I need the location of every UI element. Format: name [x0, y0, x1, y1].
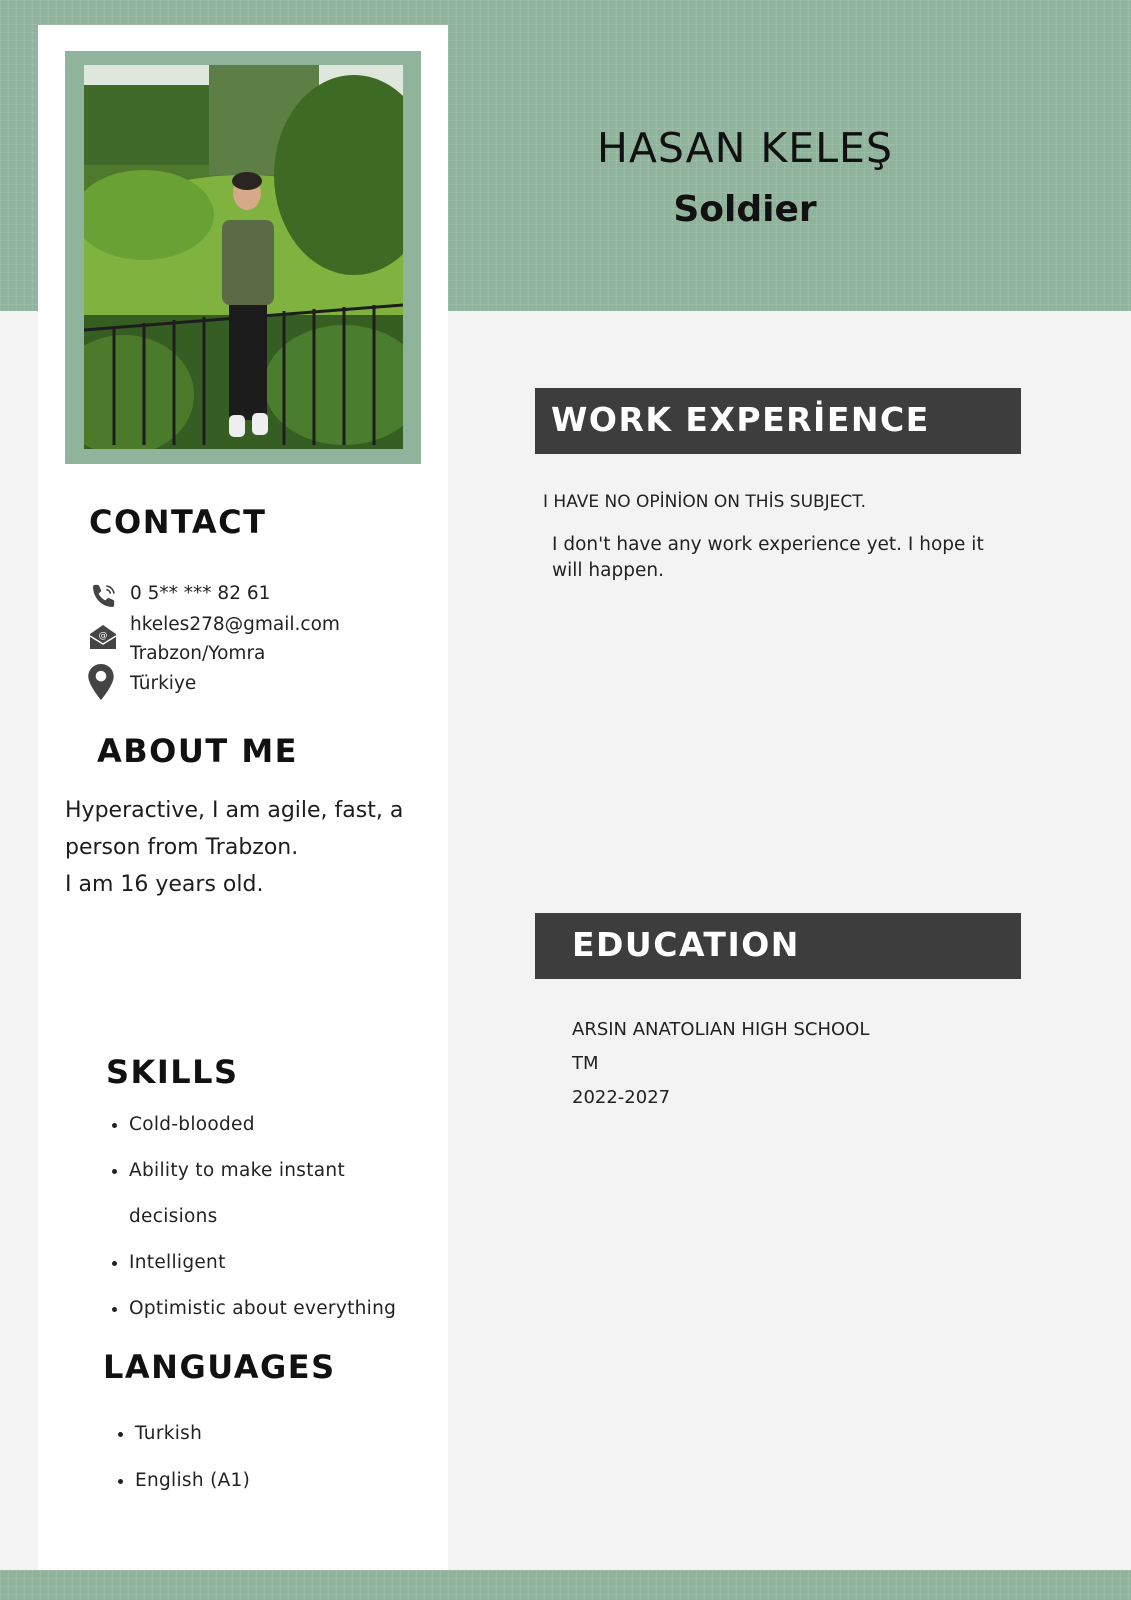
skill-item: Ability to make instant decisions — [129, 1148, 459, 1240]
svg-text:@: @ — [99, 631, 108, 641]
profile-photo — [84, 65, 403, 449]
contact-city: Trabzon/Yomra — [130, 643, 266, 664]
skill-item: Cold-blooded — [129, 1102, 459, 1148]
language-item: English (A1) — [135, 1457, 435, 1504]
profile-photo-illustration — [84, 65, 403, 449]
work-description-line: will happen. — [552, 560, 664, 581]
language-item: Turkish — [135, 1410, 435, 1457]
work-description-line: I don't have any work experience yet. I … — [552, 534, 984, 555]
work-description: I don't have any work experience yet. I … — [552, 532, 1012, 584]
person-name: HASAN KELEŞ — [597, 124, 893, 172]
languages-heading: LANGUAGES — [103, 1348, 336, 1386]
contact-email[interactable]: hkeles278@gmail.com — [130, 614, 340, 635]
education-school: ARSIN ANATOLIAN HIGH SCHOOL — [572, 1019, 870, 1040]
skills-list: Cold-blooded Ability to make instant deci… — [105, 1102, 459, 1332]
footer-band — [0, 1570, 1131, 1600]
work-experience-bar: WORK EXPERİENCE — [535, 388, 1021, 454]
about-line: Hyperactive, I am agile, fast, a — [65, 798, 404, 823]
languages-list: Turkish English (A1) — [111, 1410, 435, 1504]
education-years: 2022-2027 — [572, 1087, 671, 1108]
work-subtitle: I HAVE NO OPİNİON ON THİS SUBJECT. — [543, 492, 867, 512]
phone-icon — [90, 582, 118, 614]
about-text: Hyperactive, I am agile, fast, a person … — [65, 792, 435, 903]
education-bar: EDUCATION — [535, 913, 1021, 979]
contact-phone: 0 5** *** 82 61 — [130, 583, 271, 604]
skill-item-text: Ability to make instant — [129, 1160, 346, 1181]
about-line: person from Trabzon. — [65, 835, 299, 860]
job-title: Soldier — [673, 189, 817, 230]
email-icon: @ — [88, 624, 118, 654]
skills-heading: SKILLS — [106, 1053, 239, 1091]
contact-heading: CONTACT — [89, 503, 267, 541]
about-line: I am 16 years old. — [65, 872, 264, 897]
education-heading: EDUCATION — [572, 925, 800, 964]
skill-item: Intelligent — [129, 1240, 459, 1286]
contact-country: Türkiye — [130, 673, 197, 694]
location-pin-icon — [88, 664, 114, 704]
education-program: TM — [572, 1053, 599, 1074]
skill-item: Optimistic about everything — [129, 1286, 459, 1332]
about-heading: ABOUT ME — [97, 732, 299, 770]
skill-item-text-continuation: decisions — [129, 1206, 218, 1227]
work-experience-heading: WORK EXPERİENCE — [551, 400, 930, 439]
